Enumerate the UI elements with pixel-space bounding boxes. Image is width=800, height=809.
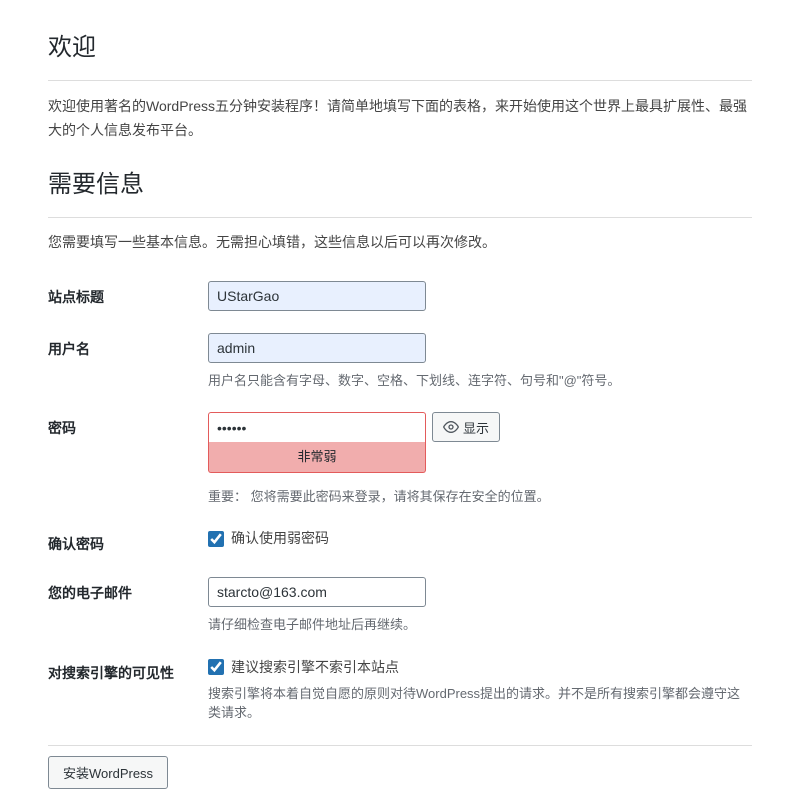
password-input[interactable] [208,412,426,442]
welcome-intro: 欢迎使用著名的WordPress五分钟安装程序！请简单地填写下面的表格，来开始使… [48,95,752,143]
show-password-label: 显示 [463,418,489,437]
search-visibility-hint: 搜索引擎将本着自觉自愿的原则对待WordPress提出的请求。并不是所有搜索引擎… [208,684,752,723]
welcome-heading: 欢迎 [48,30,752,81]
row-search-visibility: 对搜索引擎的可见性 建议搜索引擎不索引本站点 搜索引擎将本着自觉自愿的原则对待W… [48,657,752,723]
username-input[interactable] [208,333,426,363]
row-site-title: 站点标题 [48,281,752,311]
label-password: 密码 [48,412,208,439]
row-email: 您的电子邮件 请仔细检查电子邮件地址后再继续。 [48,577,752,635]
row-username: 用户名 用户名只能含有字母、数字、空格、下划线、连字符、句号和"@"符号。 [48,333,752,391]
weak-password-checkbox[interactable] [208,531,224,547]
email-hint: 请仔细检查电子邮件地址后再继续。 [208,615,752,635]
username-hint: 用户名只能含有字母、数字、空格、下划线、连字符、句号和"@"符号。 [208,371,752,391]
search-visibility-checkbox-label: 建议搜索引擎不索引本站点 [231,657,399,678]
label-site-title: 站点标题 [48,281,208,308]
password-strength-indicator: 非常弱 [208,442,426,473]
password-important-note: 重要： 您将需要此密码来登录，请将其保存在安全的位置。 [208,487,752,507]
weak-password-checkbox-label: 确认使用弱密码 [231,528,329,549]
row-confirm-password: 确认密码 确认使用弱密码 [48,528,752,555]
info-desc: 您需要填写一些基本信息。无需担心填错，这些信息以后可以再次修改。 [48,232,752,253]
install-form-container: 欢迎 欢迎使用著名的WordPress五分钟安装程序！请简单地填写下面的表格，来… [0,0,800,809]
label-email: 您的电子邮件 [48,577,208,604]
label-confirm-password: 确认密码 [48,528,208,555]
info-heading: 需要信息 [48,167,752,218]
label-username: 用户名 [48,333,208,360]
site-title-input[interactable] [208,281,426,311]
email-input[interactable] [208,577,426,607]
show-password-button[interactable]: 显示 [432,412,500,442]
install-button[interactable]: 安装WordPress [48,756,168,789]
search-visibility-checkbox[interactable] [208,659,224,675]
submit-row: 安装WordPress [48,745,752,789]
row-password: 密码 非常弱 显示 重要： 您将需要此密码来登录，请将其保存在安全的位置。 [48,412,752,506]
label-search-visibility: 对搜索引擎的可见性 [48,657,208,684]
eye-icon [443,419,459,435]
